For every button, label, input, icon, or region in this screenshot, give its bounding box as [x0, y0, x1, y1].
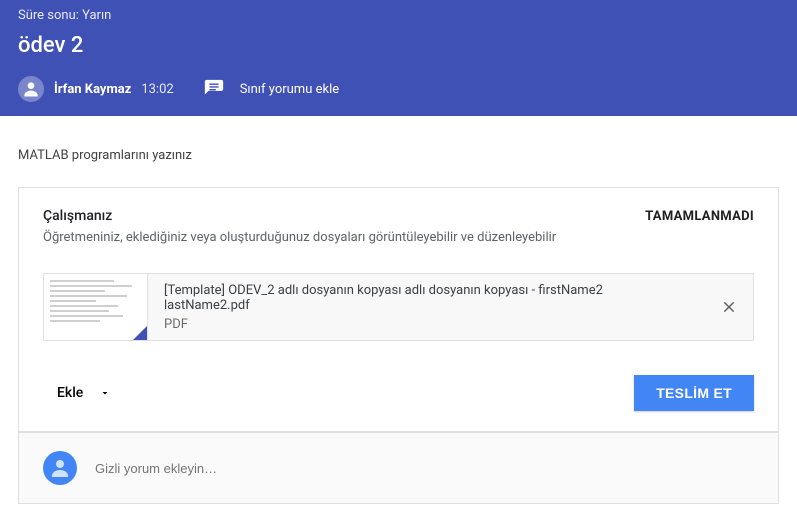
assignment-description: MATLAB programlarını yazınız [18, 148, 779, 163]
dropdown-icon [99, 387, 111, 399]
assignment-header: Süre sonu: Yarın ödev 2 İrfan Kaymaz 13:… [0, 0, 797, 116]
close-icon [721, 299, 737, 315]
assignment-title: ödev 2 [18, 33, 779, 58]
class-comment-label: Sınıf yorumu ekle [240, 82, 339, 97]
meta-row: İrfan Kaymaz 13:02 Sınıf yorumu ekle [18, 76, 779, 102]
user-icon [21, 79, 41, 99]
due-date: Süre sonu: Yarın [18, 8, 779, 23]
private-comment-row [19, 432, 778, 503]
action-row: Ekle TESLİM ET [43, 375, 754, 411]
author-avatar [18, 76, 44, 102]
private-comment-section [18, 432, 779, 504]
body-area: MATLAB programlarını yazınız Çalışmanız … [0, 148, 797, 504]
self-avatar [43, 451, 77, 485]
private-comment-input[interactable] [95, 461, 754, 476]
post-time: 13:02 [141, 82, 173, 97]
attachment-name: [Template] ODEV_2 adlı dosyanın kopyası … [164, 283, 689, 313]
attachment-thumbnail [44, 274, 148, 340]
work-header-row: Çalışmanız TAMAMLANMADI [43, 208, 754, 224]
your-work-title: Çalışmanız [43, 208, 112, 224]
author-block: İrfan Kaymaz 13:02 [18, 76, 174, 102]
remove-attachment-button[interactable] [705, 274, 753, 340]
add-label: Ekle [57, 385, 83, 401]
submit-button[interactable]: TESLİM ET [634, 375, 754, 411]
teacher-edit-note: Öğretmeniniz, eklediğiniz veya oluşturdu… [43, 230, 754, 245]
add-button[interactable]: Ekle [43, 379, 125, 407]
comment-icon [202, 77, 226, 101]
shared-corner-icon [133, 326, 147, 340]
your-work-card: Çalışmanız TAMAMLANMADI Öğretmeniniz, ek… [18, 187, 779, 432]
attachment-text: [Template] ODEV_2 adlı dosyanın kopyası … [148, 274, 705, 340]
work-status: TAMAMLANMADI [645, 209, 754, 224]
attachment-type: PDF [164, 317, 689, 332]
user-icon [48, 456, 72, 480]
author-name: İrfan Kaymaz [54, 82, 131, 97]
attachment-item[interactable]: [Template] ODEV_2 adlı dosyanın kopyası … [43, 273, 754, 341]
add-class-comment[interactable]: Sınıf yorumu ekle [202, 77, 339, 101]
